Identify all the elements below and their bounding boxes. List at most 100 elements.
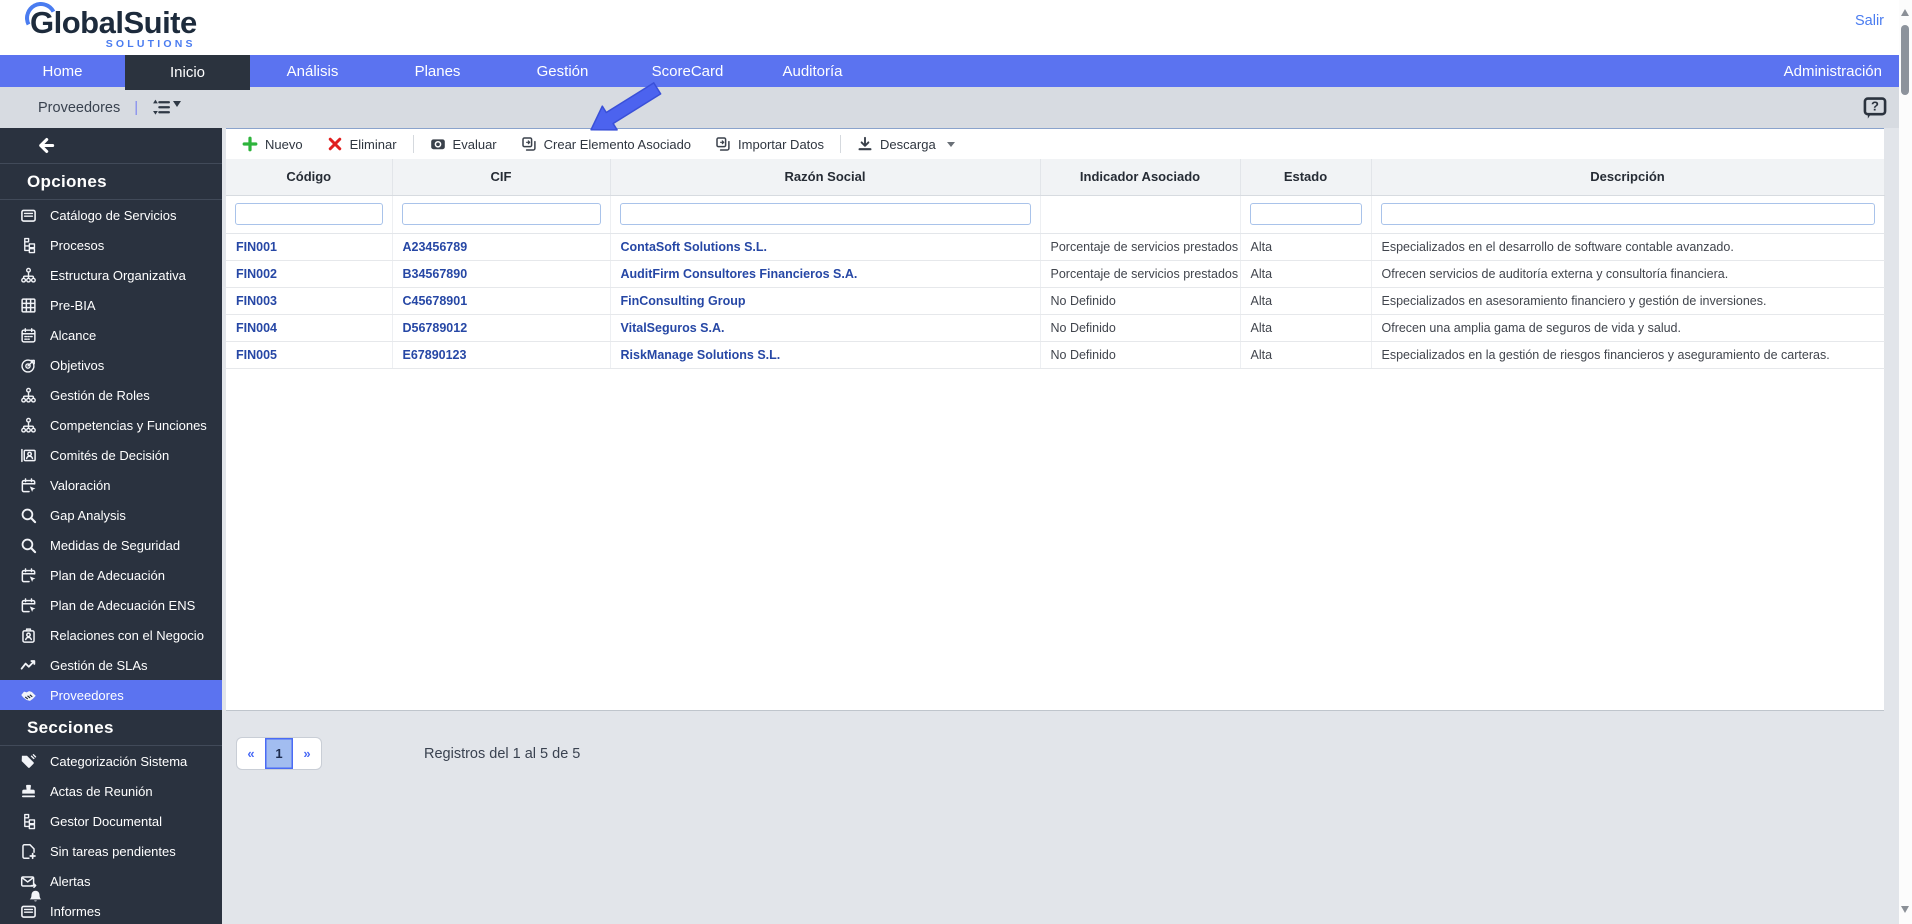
sidebar-item-gap-analysis[interactable]: Gap Analysis — [0, 500, 222, 530]
sidebar-item-competencias-y-funciones[interactable]: Competencias y Funciones — [0, 410, 222, 440]
scrollbar-down-arrow-icon[interactable] — [1901, 906, 1909, 913]
cell-cif[interactable]: B34567890 — [392, 260, 610, 287]
sidebar-item-procesos[interactable]: Procesos — [0, 230, 222, 260]
filter-codigo-input[interactable] — [235, 203, 383, 225]
cell-razon[interactable]: ContaSoft Solutions S.L. — [610, 233, 1040, 260]
cell-codigo[interactable]: FIN001 — [226, 233, 392, 260]
sidebar-item-label: Plan de Adecuación ENS — [50, 598, 195, 613]
logout-link[interactable]: Salir — [1855, 13, 1884, 29]
nav-tab-analisis[interactable]: Análisis — [250, 55, 375, 87]
sidebar-item-sin-tareas-pendientes[interactable]: Sin tareas pendientes — [0, 836, 222, 866]
sidebar-item-relaciones-con-el-negocio[interactable]: Relaciones con el Negocio — [0, 620, 222, 650]
page-scrollbar[interactable] — [1899, 0, 1912, 924]
cell-descripcion: Especializados en la gestión de riesgos … — [1371, 341, 1884, 368]
cell-cif[interactable]: E67890123 — [392, 341, 610, 368]
toolbar-button-nuevo[interactable]: Nuevo — [230, 129, 315, 159]
nav-tab-administracion[interactable]: Administración — [1754, 55, 1912, 87]
cell-codigo[interactable]: FIN002 — [226, 260, 392, 287]
pager-next-button[interactable]: » — [293, 738, 321, 769]
table-row: FIN002B34567890AuditFirm Consultores Fin… — [226, 260, 1884, 287]
sidebar-item-alertas[interactable]: Alertas — [0, 866, 222, 896]
cell-estado: Alta — [1240, 341, 1371, 368]
sidebar-item-label: Proveedores — [50, 688, 124, 703]
sidebar-item-actas-de-reunion[interactable]: Actas de Reunión — [0, 776, 222, 806]
cell-cif[interactable]: D56789012 — [392, 314, 610, 341]
sidebar-item-gestion-de-slas[interactable]: Gestión de SLAs — [0, 650, 222, 680]
sidebar-item-comites-de-decision[interactable]: Comités de Decisión — [0, 440, 222, 470]
column-header-cif[interactable]: CIF — [392, 159, 610, 195]
sidebar-item-gestion-de-roles[interactable]: Gestión de Roles — [0, 380, 222, 410]
toolbar-button-descarga[interactable]: Descarga — [845, 129, 967, 159]
handshake-icon — [20, 687, 38, 704]
toolbar-button-eliminar[interactable]: Eliminar — [315, 129, 409, 159]
cell-razon[interactable]: RiskManage Solutions S.L. — [610, 341, 1040, 368]
scrollbar-up-arrow-icon[interactable] — [1901, 9, 1909, 16]
filter-row — [226, 195, 1884, 233]
sidebar: OpcionesCatálogo de ServiciosProcesosEst… — [0, 128, 222, 924]
nav-tab-planes[interactable]: Planes — [375, 55, 500, 87]
nav-tab-home[interactable]: Home — [0, 55, 125, 87]
toolbar-button-label: Nuevo — [265, 137, 303, 152]
toolbar-button-label: Crear Elemento Asociado — [544, 137, 691, 152]
cell-razon[interactable]: AuditFirm Consultores Financieros S.A. — [610, 260, 1040, 287]
filter-cif-input[interactable] — [402, 203, 601, 225]
sidebar-item-objetivos[interactable]: Objetivos — [0, 350, 222, 380]
cell-estado: Alta — [1240, 314, 1371, 341]
pager-prev-button[interactable]: « — [237, 738, 265, 769]
pager-page-1-button[interactable]: 1 — [265, 738, 293, 769]
sidebar-item-plan-de-adecuacion-ens[interactable]: Plan de Adecuación ENS — [0, 590, 222, 620]
sidebar-item-proveedores[interactable]: Proveedores — [0, 680, 222, 710]
cell-cif[interactable]: C45678901 — [392, 287, 610, 314]
org-icon — [20, 417, 38, 434]
sidebar-item-catalogo-de-servicios[interactable]: Catálogo de Servicios — [0, 200, 222, 230]
toolbar-button-importar-datos[interactable]: Importar Datos — [703, 129, 836, 159]
cell-cif[interactable]: A23456789 — [392, 233, 610, 260]
list-sort-icon[interactable] — [152, 98, 171, 117]
sidebar-collapse-button[interactable] — [0, 128, 222, 164]
plus-icon — [242, 136, 258, 152]
nav-tab-gestion[interactable]: Gestión — [500, 55, 625, 87]
sidebar-item-label: Medidas de Seguridad — [50, 538, 180, 553]
sidebar-item-medidas-de-seguridad[interactable]: Medidas de Seguridad — [0, 530, 222, 560]
cell-codigo[interactable]: FIN004 — [226, 314, 392, 341]
cell-indicador: Porcentaje de servicios prestados p — [1040, 260, 1240, 287]
sidebar-item-plan-de-adecuacion[interactable]: Plan de Adecuación — [0, 560, 222, 590]
nav-tab-auditoria[interactable]: Auditoría — [750, 55, 875, 87]
toolbar-separator — [413, 135, 414, 153]
cell-codigo[interactable]: FIN003 — [226, 287, 392, 314]
cell-razon[interactable]: VitalSeguros S.A. — [610, 314, 1040, 341]
toolbar-button-label: Evaluar — [453, 137, 497, 152]
column-header-codigo[interactable]: Código — [226, 159, 392, 195]
cell-codigo[interactable]: FIN005 — [226, 341, 392, 368]
filter-razon-social-input[interactable] — [620, 203, 1031, 225]
providers-table: CódigoCIFRazón SocialIndicador AsociadoE… — [226, 159, 1885, 369]
tag-icon — [20, 753, 38, 770]
column-header-indicador-asociado[interactable]: Indicador Asociado — [1040, 159, 1240, 195]
sidebar-item-estructura-organizativa[interactable]: Estructura Organizativa — [0, 260, 222, 290]
scrollbar-thumb[interactable] — [1901, 25, 1909, 95]
column-header-descripcion[interactable]: Descripción — [1371, 159, 1884, 195]
cell-razon[interactable]: FinConsulting Group — [610, 287, 1040, 314]
catalog-icon — [20, 207, 38, 224]
svg-text:?: ? — [1871, 99, 1879, 114]
nav-tab-inicio[interactable]: Inicio — [125, 55, 250, 90]
filter-estado-input[interactable] — [1250, 203, 1362, 225]
filter-cell — [1240, 195, 1371, 233]
filter-descripcion-input[interactable] — [1381, 203, 1875, 225]
toolbar-button-evaluar[interactable]: Evaluar — [418, 129, 509, 159]
cell-descripcion: Especializados en asesoramiento financie… — [1371, 287, 1884, 314]
breadcrumb-band: Proveedores | ? — [0, 87, 1912, 128]
sidebar-item-alcance[interactable]: Alcance — [0, 320, 222, 350]
chevron-down-icon[interactable] — [173, 101, 181, 107]
sidebar-item-pre-bia[interactable]: Pre-BIA — [0, 290, 222, 320]
sidebar-item-categorizacion-sistema[interactable]: Categorización Sistema — [0, 746, 222, 776]
column-header-estado[interactable]: Estado — [1240, 159, 1371, 195]
evaluate-icon — [430, 136, 446, 152]
cell-indicador: Porcentaje de servicios prestados p — [1040, 233, 1240, 260]
column-header-razon-social[interactable]: Razón Social — [610, 159, 1040, 195]
sidebar-item-valoracion[interactable]: Valoración — [0, 470, 222, 500]
cell-indicador: No Definido — [1040, 287, 1240, 314]
sidebar-item-gestor-documental[interactable]: Gestor Documental — [0, 806, 222, 836]
breadcrumb: Proveedores — [38, 100, 120, 116]
help-icon[interactable]: ? — [1862, 95, 1888, 125]
